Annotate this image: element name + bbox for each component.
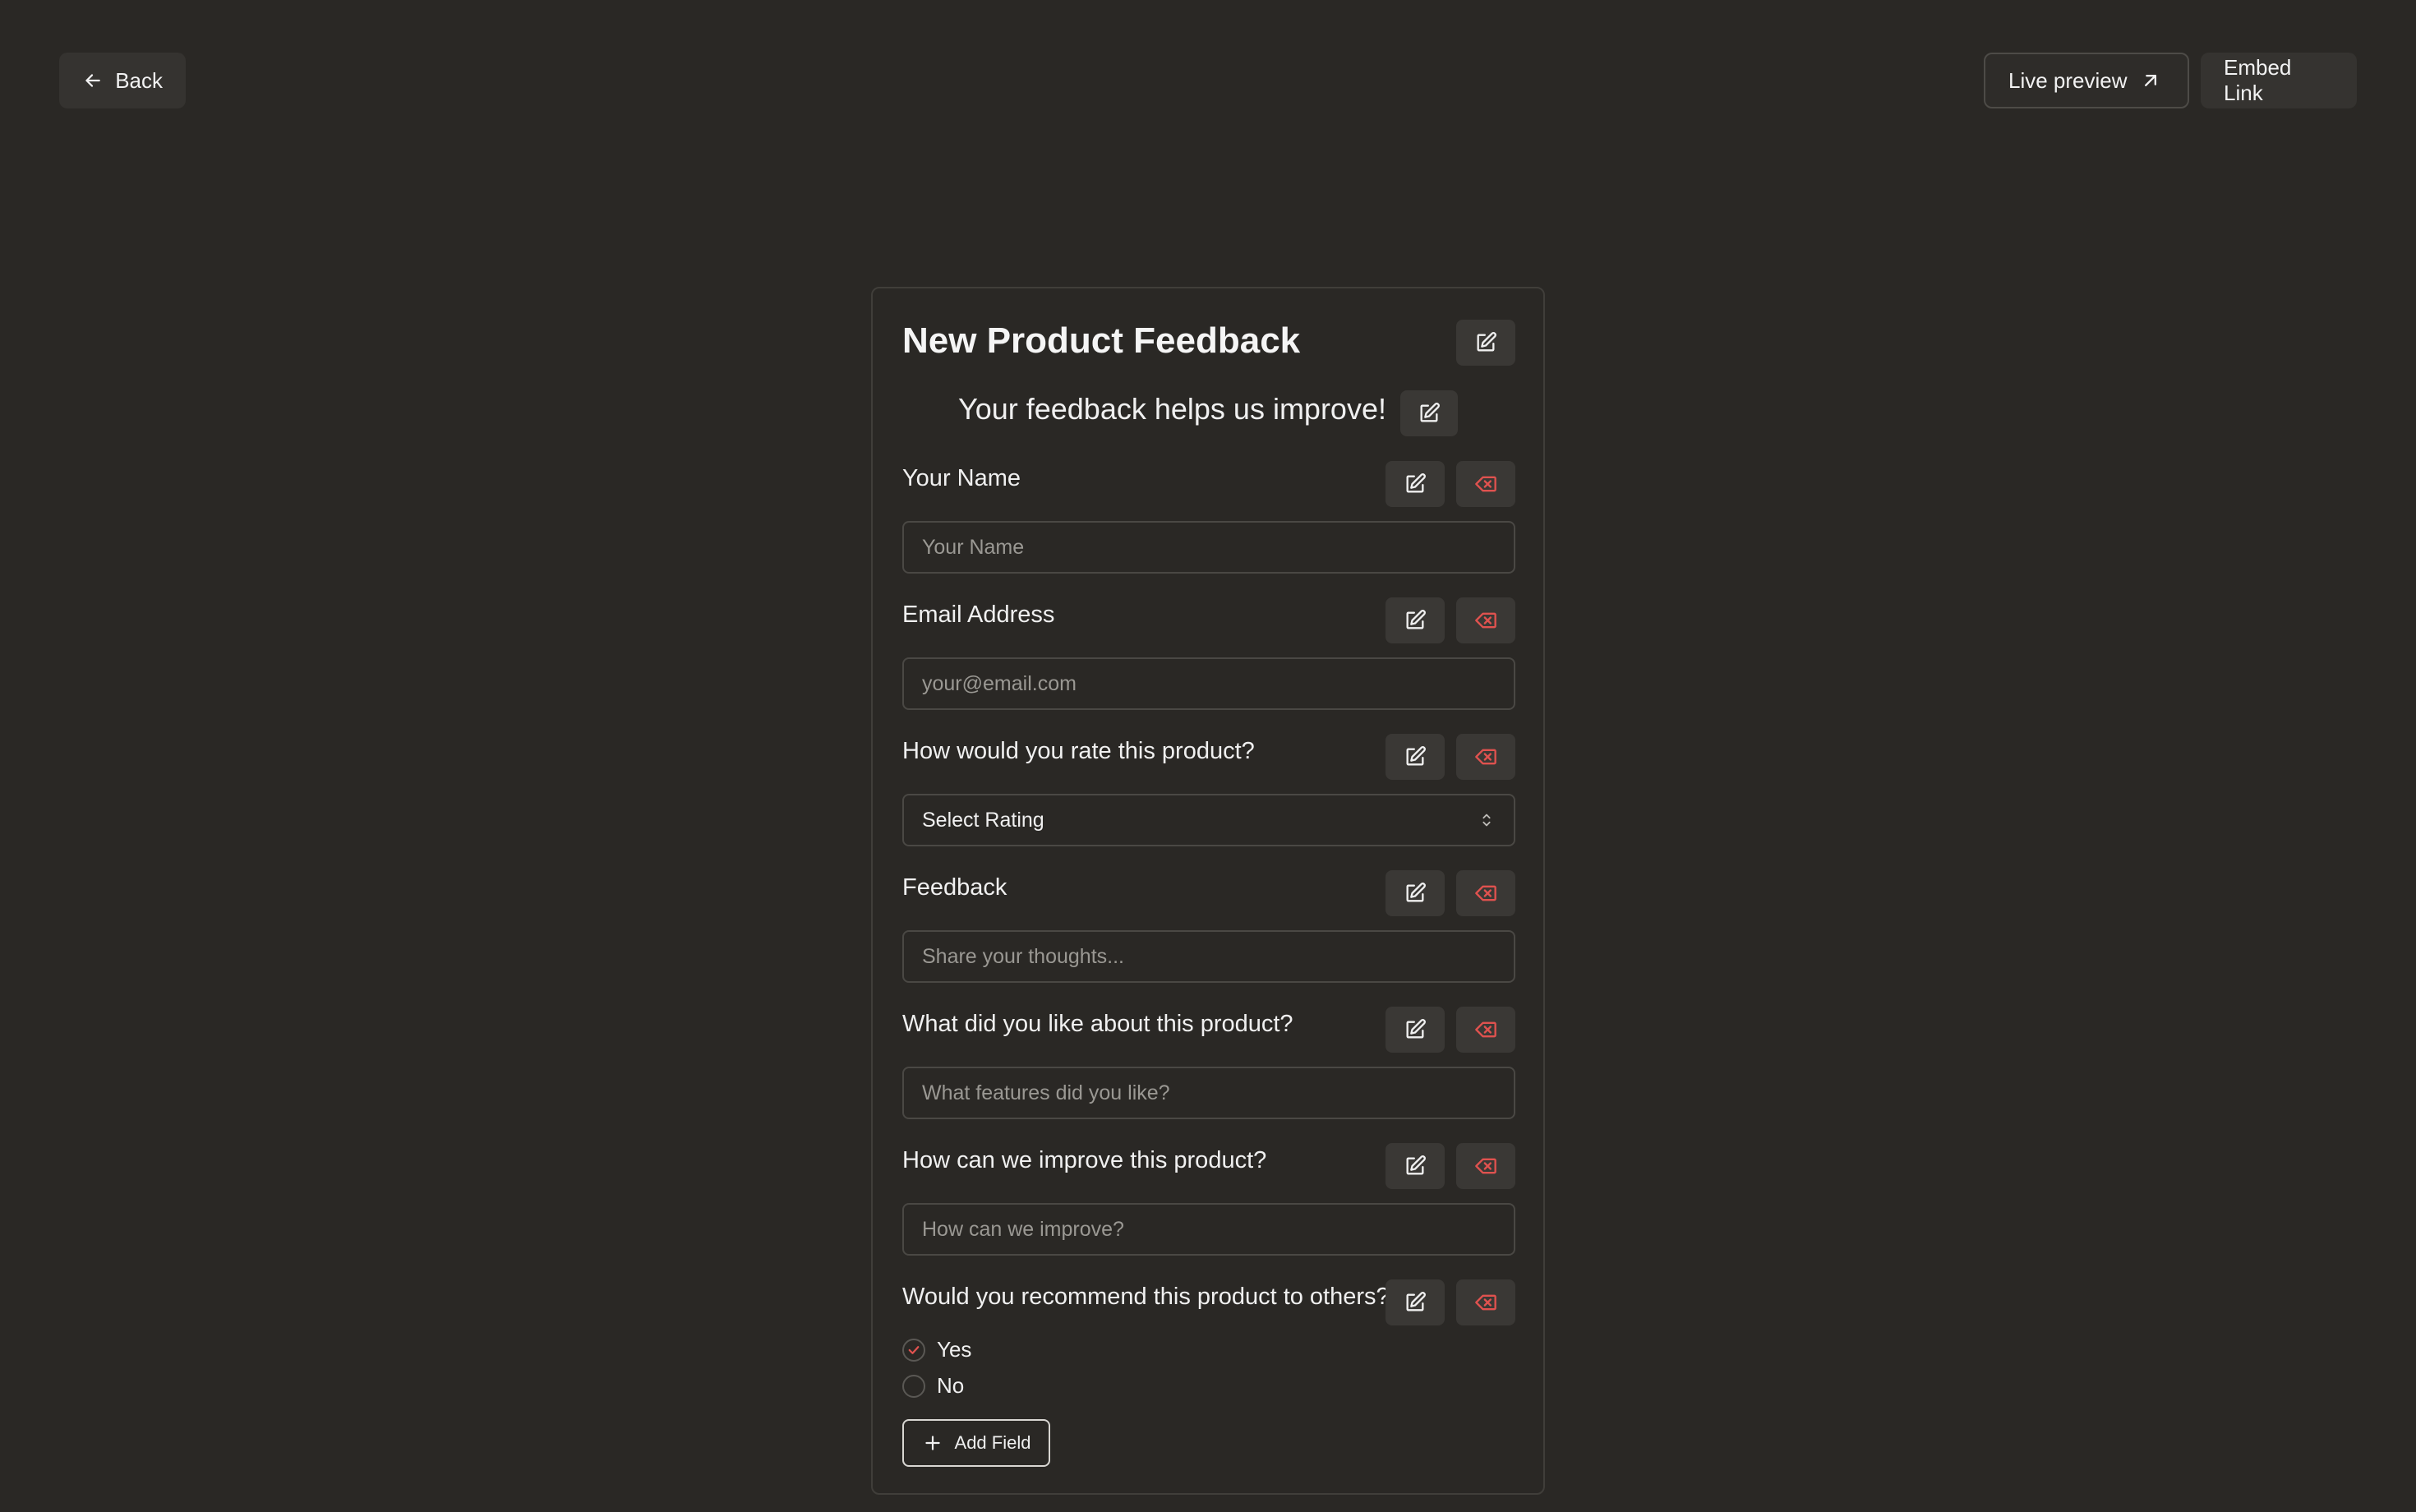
edit-icon bbox=[1420, 403, 1440, 422]
radio-label-yes: Yes bbox=[937, 1337, 972, 1362]
arrow-up-right-icon bbox=[2144, 75, 2156, 87]
live-preview-button[interactable]: Live preview bbox=[1984, 53, 2189, 108]
backspace-icon bbox=[1475, 1021, 1496, 1038]
delete-field-button[interactable] bbox=[1456, 461, 1515, 507]
edit-icon bbox=[1406, 1155, 1426, 1175]
edit-icon bbox=[1406, 610, 1426, 629]
improve-input[interactable]: How can we improve? bbox=[902, 1203, 1515, 1256]
form-title: New Product Feedback bbox=[902, 320, 1301, 361]
edit-title-button[interactable] bbox=[1456, 320, 1515, 366]
edit-icon bbox=[1406, 746, 1426, 766]
embed-link-button[interactable]: Embed Link bbox=[2201, 53, 2357, 108]
edit-icon bbox=[1406, 1019, 1426, 1039]
field-label-rating: How would you rate this product? bbox=[902, 738, 1255, 764]
feedback-input[interactable]: Share your thoughts... bbox=[902, 930, 1515, 983]
edit-field-button[interactable] bbox=[1386, 734, 1445, 780]
rating-select-value: Select Rating bbox=[922, 808, 1044, 832]
back-label: Back bbox=[115, 67, 163, 93]
rating-select[interactable]: Select Rating bbox=[902, 794, 1515, 846]
radio-label-no: No bbox=[937, 1373, 965, 1398]
backspace-icon bbox=[1475, 749, 1496, 765]
field-label-email: Email Address bbox=[902, 602, 1055, 628]
delete-field-button[interactable] bbox=[1456, 870, 1515, 916]
edit-icon bbox=[1406, 473, 1426, 493]
radio-option-yes[interactable]: Yes bbox=[902, 1337, 971, 1362]
email-input[interactable]: your@email.com bbox=[902, 657, 1515, 710]
backspace-icon bbox=[1475, 1294, 1496, 1311]
edit-field-button[interactable] bbox=[1386, 1143, 1445, 1189]
form-card: New Product Feedback Your feedback helps… bbox=[871, 287, 1545, 1495]
edit-field-button[interactable] bbox=[1386, 597, 1445, 643]
edit-field-button[interactable] bbox=[1386, 1279, 1445, 1325]
form-subtitle: Your feedback helps us improve! bbox=[958, 392, 1386, 426]
field-label-recommend: Would you recommend this product to othe… bbox=[902, 1284, 1390, 1310]
delete-field-button[interactable] bbox=[1456, 734, 1515, 780]
edit-field-button[interactable] bbox=[1386, 461, 1445, 507]
live-preview-label: Live preview bbox=[2008, 67, 2128, 93]
edit-icon bbox=[1406, 883, 1426, 902]
radio-checked[interactable] bbox=[902, 1338, 925, 1362]
edit-field-button[interactable] bbox=[1386, 870, 1445, 916]
backspace-icon bbox=[1475, 1158, 1496, 1174]
radio-option-no[interactable]: No bbox=[902, 1373, 964, 1399]
edit-icon bbox=[1406, 1292, 1426, 1311]
add-field-button[interactable]: Add Field bbox=[902, 1419, 1050, 1467]
edit-field-button[interactable] bbox=[1386, 1007, 1445, 1053]
field-label-feedback: Feedback bbox=[902, 874, 1007, 901]
field-label-improve: How can we improve this product? bbox=[902, 1147, 1267, 1173]
backspace-icon bbox=[1475, 476, 1496, 492]
arrow-left-icon bbox=[85, 74, 100, 87]
backspace-icon bbox=[1475, 885, 1496, 901]
delete-field-button[interactable] bbox=[1456, 1143, 1515, 1189]
delete-field-button[interactable] bbox=[1456, 597, 1515, 643]
check-icon bbox=[908, 1345, 920, 1354]
name-input[interactable]: Your Name bbox=[902, 521, 1515, 574]
embed-link-label: Embed Link bbox=[2224, 55, 2292, 105]
liked-input[interactable]: What features did you like? bbox=[902, 1067, 1515, 1119]
delete-field-button[interactable] bbox=[1456, 1007, 1515, 1053]
chevron-up-down-icon bbox=[1482, 814, 1491, 827]
plus-icon bbox=[924, 1436, 940, 1450]
field-label-liked: What did you like about this product? bbox=[902, 1011, 1293, 1037]
delete-field-button[interactable] bbox=[1456, 1279, 1515, 1325]
back-button[interactable]: Back bbox=[59, 53, 186, 108]
edit-subtitle-button[interactable] bbox=[1400, 390, 1458, 436]
edit-icon bbox=[1477, 332, 1496, 352]
backspace-icon bbox=[1475, 612, 1496, 629]
field-label-name: Your Name bbox=[902, 465, 1021, 491]
radio-unchecked[interactable] bbox=[902, 1374, 925, 1398]
add-field-label: Add Field bbox=[954, 1432, 1031, 1453]
